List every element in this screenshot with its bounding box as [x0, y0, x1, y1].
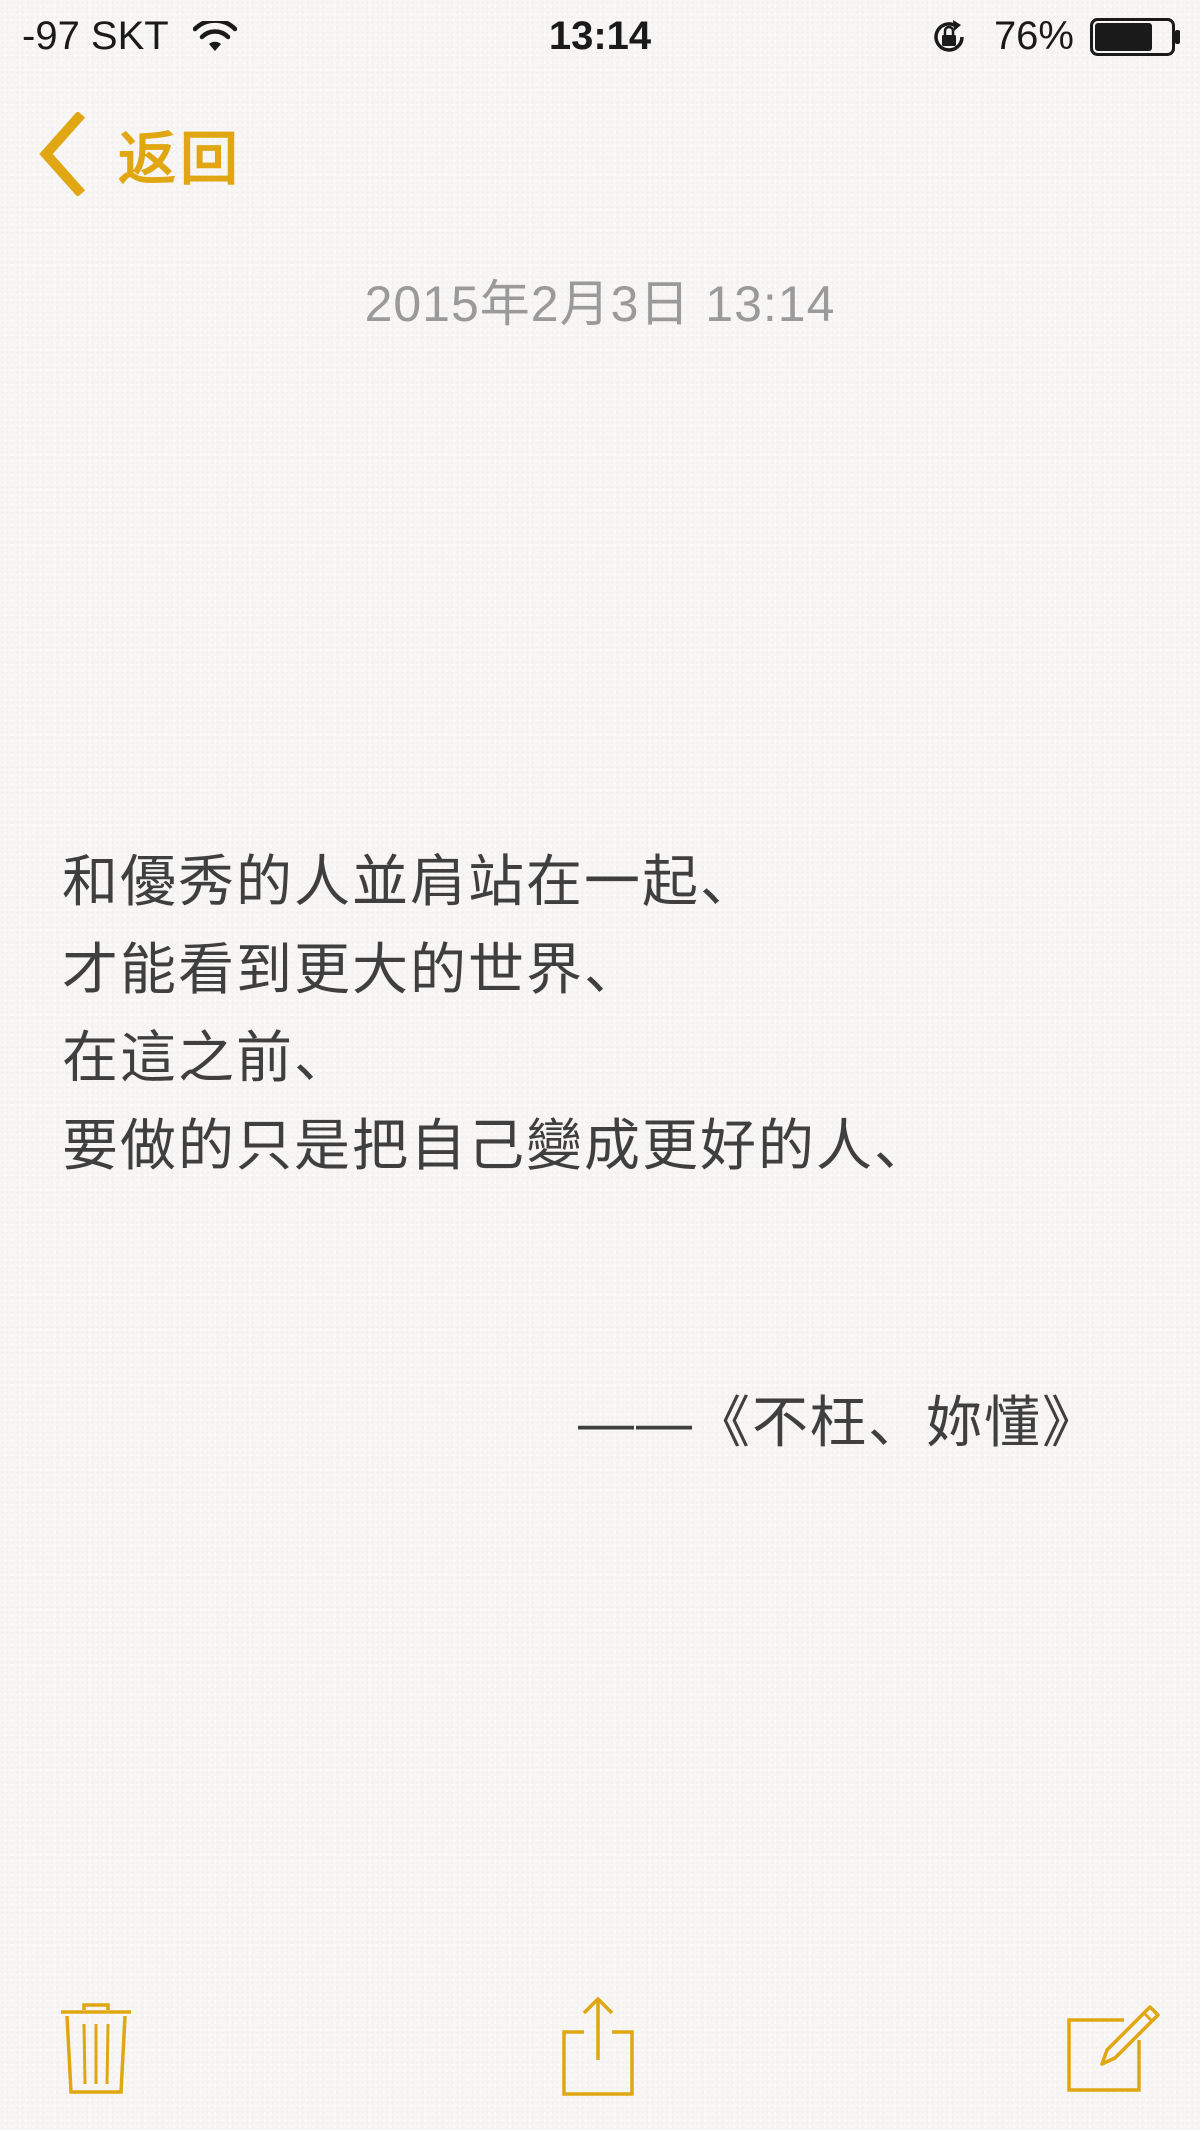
note-line: 要做的只是把自己變成更好的人、	[62, 1114, 932, 1177]
battery-percent: 76%	[993, 14, 1074, 58]
note-signature: ——《不枉、妳懂》	[578, 1391, 1100, 1454]
compose-button[interactable]	[1066, 2002, 1162, 2094]
status-bar: -97 SKT 13:14 76%	[0, 0, 1200, 80]
status-right: 76%	[928, 14, 1182, 59]
chevron-left-icon	[39, 112, 86, 196]
note-body[interactable]: 和優秀的人並肩站在一起、 才能看到更大的世界、 在這之前、 要做的只是把自己變成…	[62, 838, 1142, 1190]
back-label: 返回	[118, 127, 243, 192]
trash-icon	[61, 2003, 131, 2094]
delete-button[interactable]	[58, 2000, 134, 2096]
back-button[interactable]: 返回	[36, 112, 242, 196]
battery-icon	[1090, 17, 1180, 56]
note-date: 2015年2月3日 13:14	[364, 276, 836, 332]
note-line: 在這之前、	[62, 1026, 352, 1089]
note-line: 才能看到更大的世界、	[62, 938, 642, 1001]
share-icon	[562, 1996, 634, 2096]
compose-icon	[1067, 2005, 1160, 2092]
share-button[interactable]	[560, 1994, 636, 2098]
note-line: 和優秀的人並肩站在一起、	[62, 850, 758, 913]
bottom-toolbar	[0, 1990, 1200, 2110]
orientation-lock-icon	[934, 19, 964, 52]
